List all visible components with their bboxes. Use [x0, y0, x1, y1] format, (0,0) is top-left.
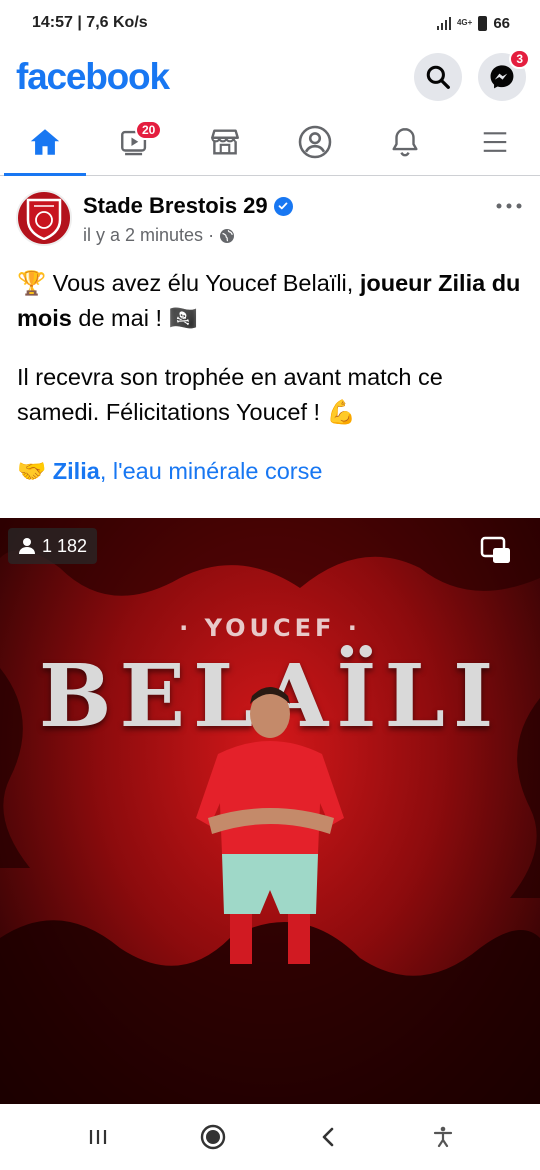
bell-icon [392, 127, 418, 156]
post-header: Stade Brestois 29 il y a 2 minutes · [0, 176, 540, 256]
handshake-icon: 🤝 [17, 458, 47, 484]
accessibility-icon [433, 1126, 452, 1148]
status-separator: | [77, 14, 87, 31]
status-right: 4G+ 66 [436, 14, 510, 32]
page-name[interactable]: Stade Brestois 29 [83, 193, 268, 219]
status-speed: 7,6 Ko/s [86, 14, 148, 31]
sponsor-text: , l'eau minérale corse [99, 458, 323, 484]
verified-icon [273, 196, 293, 216]
messenger-icon [490, 65, 514, 89]
post-paragraph-3: 🤝 Zilia, l'eau minérale corse [17, 454, 527, 489]
search-icon [426, 65, 450, 89]
profile-icon [298, 125, 332, 158]
battery-icon [478, 15, 488, 31]
post-text-segment: Il recevra son trophée en avant match ce… [17, 364, 443, 425]
post-paragraph-1: 🏆 Vous avez élu Youcef Belaïli, joueur Z… [17, 266, 527, 336]
flexed-biceps-icon: 💪 [326, 399, 356, 425]
post-text-segment: Vous avez élu Youcef Belaïli, [52, 270, 360, 296]
sponsor-mention-link[interactable]: Zilia [53, 458, 100, 484]
recent-apps-icon [89, 1130, 106, 1144]
header-actions: 3 [414, 49, 530, 101]
status-left: 14:57 | 7,6 Ko/s [32, 14, 148, 32]
tab-video[interactable]: 20 [90, 108, 180, 175]
post-media[interactable]: 1 182 · YOUCEF · BELAÏLI [0, 518, 540, 1104]
accessibility-button[interactable] [413, 1112, 473, 1162]
globe-icon [220, 228, 235, 243]
tab-home[interactable] [0, 108, 90, 176]
page-avatar[interactable] [16, 190, 72, 246]
network-type: 4G+ [456, 18, 473, 27]
tab-profile[interactable] [270, 108, 360, 175]
battery-level: 66 [493, 14, 510, 32]
search-button[interactable] [414, 53, 462, 101]
main-tabs: 20 [0, 108, 540, 176]
post-time-row: il y a 2 minutes · [83, 225, 293, 246]
app-header: facebook 3 [0, 46, 540, 108]
messenger-button[interactable]: 3 [478, 49, 530, 101]
home-icon [30, 128, 60, 155]
status-time: 14:57 [32, 14, 73, 31]
tab-notifications[interactable] [360, 108, 450, 175]
recent-apps-button[interactable] [68, 1112, 128, 1162]
post-paragraph-2: Il recevra son trophée en avant match ce… [17, 360, 527, 430]
messenger-badge: 3 [509, 49, 530, 69]
facebook-logo: facebook [16, 56, 170, 97]
home-system-button[interactable] [183, 1112, 243, 1162]
more-icon [496, 203, 522, 209]
signal-icon [436, 16, 451, 30]
back-button[interactable] [298, 1112, 358, 1162]
post-time[interactable]: il y a 2 minutes [83, 225, 203, 246]
post-text-segment: de mai ! [71, 305, 169, 331]
trophy-icon: 🏆 [17, 270, 47, 296]
video-badge: 20 [135, 120, 163, 140]
post-options-button[interactable] [496, 190, 522, 216]
dot-separator: · [208, 225, 215, 245]
menu-icon [483, 131, 507, 152]
system-navigation-bar [0, 1104, 540, 1170]
post-meta: Stade Brestois 29 il y a 2 minutes · [83, 190, 293, 256]
home-circle-icon [200, 1124, 225, 1150]
page-name-row: Stade Brestois 29 [83, 193, 293, 219]
status-bar: 14:57 | 7,6 Ko/s 4G+ 66 [0, 0, 540, 46]
player-figure [196, 687, 344, 964]
tab-marketplace[interactable] [180, 108, 270, 175]
tab-menu[interactable] [450, 108, 540, 175]
pirate-flag-icon: 🏴‍☠️ [168, 305, 198, 331]
post-text: 🏆 Vous avez élu Youcef Belaïli, joueur Z… [17, 266, 527, 513]
club-crest-icon [26, 198, 62, 240]
marketplace-icon [211, 128, 239, 155]
back-chevron-icon [322, 1127, 333, 1147]
